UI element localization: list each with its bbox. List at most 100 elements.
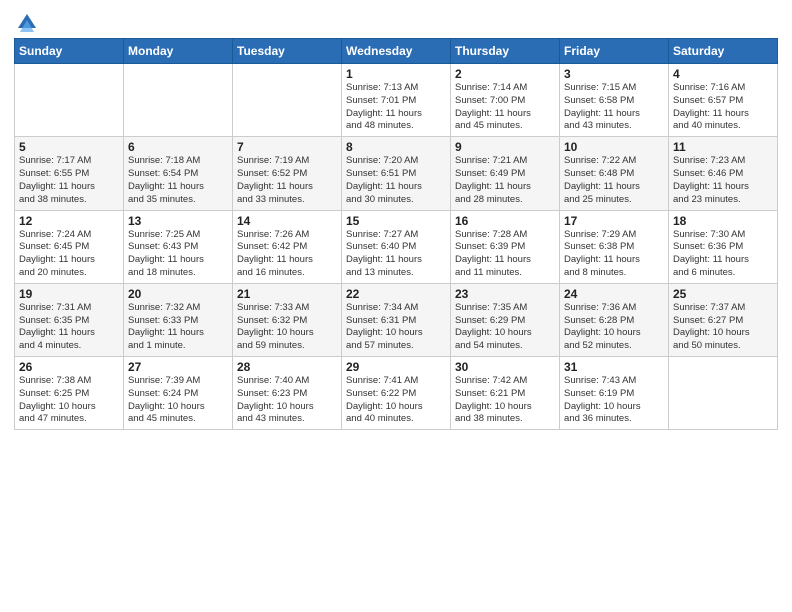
day-number: 20 (128, 287, 228, 301)
day-number: 7 (237, 140, 337, 154)
calendar-cell (669, 357, 778, 430)
calendar-cell: 8Sunrise: 7:20 AM Sunset: 6:51 PM Daylig… (342, 137, 451, 210)
day-info: Sunrise: 7:41 AM Sunset: 6:22 PM Dayligh… (346, 375, 446, 426)
day-number: 31 (564, 360, 664, 374)
day-number: 16 (455, 214, 555, 228)
day-number: 28 (237, 360, 337, 374)
day-number: 30 (455, 360, 555, 374)
calendar-cell: 17Sunrise: 7:29 AM Sunset: 6:38 PM Dayli… (560, 210, 669, 283)
day-info: Sunrise: 7:13 AM Sunset: 7:01 PM Dayligh… (346, 82, 446, 133)
day-info: Sunrise: 7:14 AM Sunset: 7:00 PM Dayligh… (455, 82, 555, 133)
calendar-week-1: 1Sunrise: 7:13 AM Sunset: 7:01 PM Daylig… (15, 64, 778, 137)
day-number: 12 (19, 214, 119, 228)
day-number: 4 (673, 67, 773, 81)
day-number: 3 (564, 67, 664, 81)
calendar-header-tuesday: Tuesday (233, 39, 342, 64)
day-number: 9 (455, 140, 555, 154)
day-number: 26 (19, 360, 119, 374)
calendar-cell: 21Sunrise: 7:33 AM Sunset: 6:32 PM Dayli… (233, 283, 342, 356)
day-number: 1 (346, 67, 446, 81)
calendar-cell: 3Sunrise: 7:15 AM Sunset: 6:58 PM Daylig… (560, 64, 669, 137)
day-number: 23 (455, 287, 555, 301)
calendar-cell (15, 64, 124, 137)
calendar-header-friday: Friday (560, 39, 669, 64)
calendar-header-wednesday: Wednesday (342, 39, 451, 64)
calendar-week-3: 12Sunrise: 7:24 AM Sunset: 6:45 PM Dayli… (15, 210, 778, 283)
day-info: Sunrise: 7:23 AM Sunset: 6:46 PM Dayligh… (673, 155, 773, 206)
calendar-header-saturday: Saturday (669, 39, 778, 64)
day-info: Sunrise: 7:30 AM Sunset: 6:36 PM Dayligh… (673, 229, 773, 280)
calendar-header-thursday: Thursday (451, 39, 560, 64)
day-info: Sunrise: 7:21 AM Sunset: 6:49 PM Dayligh… (455, 155, 555, 206)
day-number: 25 (673, 287, 773, 301)
day-info: Sunrise: 7:22 AM Sunset: 6:48 PM Dayligh… (564, 155, 664, 206)
day-number: 24 (564, 287, 664, 301)
day-info: Sunrise: 7:18 AM Sunset: 6:54 PM Dayligh… (128, 155, 228, 206)
day-info: Sunrise: 7:31 AM Sunset: 6:35 PM Dayligh… (19, 302, 119, 353)
day-number: 14 (237, 214, 337, 228)
logo (14, 10, 38, 32)
calendar-cell: 10Sunrise: 7:22 AM Sunset: 6:48 PM Dayli… (560, 137, 669, 210)
calendar-cell: 6Sunrise: 7:18 AM Sunset: 6:54 PM Daylig… (124, 137, 233, 210)
day-info: Sunrise: 7:27 AM Sunset: 6:40 PM Dayligh… (346, 229, 446, 280)
calendar-cell: 26Sunrise: 7:38 AM Sunset: 6:25 PM Dayli… (15, 357, 124, 430)
calendar-cell: 15Sunrise: 7:27 AM Sunset: 6:40 PM Dayli… (342, 210, 451, 283)
header (14, 10, 778, 32)
day-number: 21 (237, 287, 337, 301)
day-number: 10 (564, 140, 664, 154)
calendar-cell: 19Sunrise: 7:31 AM Sunset: 6:35 PM Dayli… (15, 283, 124, 356)
day-info: Sunrise: 7:37 AM Sunset: 6:27 PM Dayligh… (673, 302, 773, 353)
calendar-header-monday: Monday (124, 39, 233, 64)
calendar-header-row: SundayMondayTuesdayWednesdayThursdayFrid… (15, 39, 778, 64)
calendar-week-2: 5Sunrise: 7:17 AM Sunset: 6:55 PM Daylig… (15, 137, 778, 210)
calendar-cell: 4Sunrise: 7:16 AM Sunset: 6:57 PM Daylig… (669, 64, 778, 137)
day-number: 19 (19, 287, 119, 301)
calendar-cell: 1Sunrise: 7:13 AM Sunset: 7:01 PM Daylig… (342, 64, 451, 137)
calendar-cell: 12Sunrise: 7:24 AM Sunset: 6:45 PM Dayli… (15, 210, 124, 283)
day-number: 2 (455, 67, 555, 81)
day-info: Sunrise: 7:29 AM Sunset: 6:38 PM Dayligh… (564, 229, 664, 280)
day-number: 15 (346, 214, 446, 228)
day-info: Sunrise: 7:16 AM Sunset: 6:57 PM Dayligh… (673, 82, 773, 133)
day-number: 22 (346, 287, 446, 301)
calendar-cell: 18Sunrise: 7:30 AM Sunset: 6:36 PM Dayli… (669, 210, 778, 283)
calendar-cell (233, 64, 342, 137)
day-info: Sunrise: 7:39 AM Sunset: 6:24 PM Dayligh… (128, 375, 228, 426)
calendar-cell: 31Sunrise: 7:43 AM Sunset: 6:19 PM Dayli… (560, 357, 669, 430)
calendar-cell: 22Sunrise: 7:34 AM Sunset: 6:31 PM Dayli… (342, 283, 451, 356)
calendar-cell: 13Sunrise: 7:25 AM Sunset: 6:43 PM Dayli… (124, 210, 233, 283)
calendar-cell: 30Sunrise: 7:42 AM Sunset: 6:21 PM Dayli… (451, 357, 560, 430)
day-info: Sunrise: 7:34 AM Sunset: 6:31 PM Dayligh… (346, 302, 446, 353)
day-number: 13 (128, 214, 228, 228)
day-number: 17 (564, 214, 664, 228)
calendar-cell: 24Sunrise: 7:36 AM Sunset: 6:28 PM Dayli… (560, 283, 669, 356)
day-number: 11 (673, 140, 773, 154)
day-info: Sunrise: 7:17 AM Sunset: 6:55 PM Dayligh… (19, 155, 119, 206)
day-number: 29 (346, 360, 446, 374)
day-info: Sunrise: 7:25 AM Sunset: 6:43 PM Dayligh… (128, 229, 228, 280)
day-info: Sunrise: 7:24 AM Sunset: 6:45 PM Dayligh… (19, 229, 119, 280)
calendar-cell: 9Sunrise: 7:21 AM Sunset: 6:49 PM Daylig… (451, 137, 560, 210)
calendar-cell: 25Sunrise: 7:37 AM Sunset: 6:27 PM Dayli… (669, 283, 778, 356)
page-container: SundayMondayTuesdayWednesdayThursdayFrid… (0, 0, 792, 612)
day-info: Sunrise: 7:38 AM Sunset: 6:25 PM Dayligh… (19, 375, 119, 426)
calendar-cell: 20Sunrise: 7:32 AM Sunset: 6:33 PM Dayli… (124, 283, 233, 356)
day-info: Sunrise: 7:40 AM Sunset: 6:23 PM Dayligh… (237, 375, 337, 426)
day-number: 27 (128, 360, 228, 374)
day-info: Sunrise: 7:19 AM Sunset: 6:52 PM Dayligh… (237, 155, 337, 206)
day-number: 5 (19, 140, 119, 154)
calendar-cell: 14Sunrise: 7:26 AM Sunset: 6:42 PM Dayli… (233, 210, 342, 283)
calendar-cell: 16Sunrise: 7:28 AM Sunset: 6:39 PM Dayli… (451, 210, 560, 283)
day-info: Sunrise: 7:20 AM Sunset: 6:51 PM Dayligh… (346, 155, 446, 206)
calendar-cell: 27Sunrise: 7:39 AM Sunset: 6:24 PM Dayli… (124, 357, 233, 430)
day-info: Sunrise: 7:36 AM Sunset: 6:28 PM Dayligh… (564, 302, 664, 353)
calendar-cell (124, 64, 233, 137)
calendar-table: SundayMondayTuesdayWednesdayThursdayFrid… (14, 38, 778, 430)
day-number: 18 (673, 214, 773, 228)
day-info: Sunrise: 7:33 AM Sunset: 6:32 PM Dayligh… (237, 302, 337, 353)
calendar-cell: 7Sunrise: 7:19 AM Sunset: 6:52 PM Daylig… (233, 137, 342, 210)
calendar-cell: 23Sunrise: 7:35 AM Sunset: 6:29 PM Dayli… (451, 283, 560, 356)
day-info: Sunrise: 7:35 AM Sunset: 6:29 PM Dayligh… (455, 302, 555, 353)
day-info: Sunrise: 7:43 AM Sunset: 6:19 PM Dayligh… (564, 375, 664, 426)
calendar-header-sunday: Sunday (15, 39, 124, 64)
